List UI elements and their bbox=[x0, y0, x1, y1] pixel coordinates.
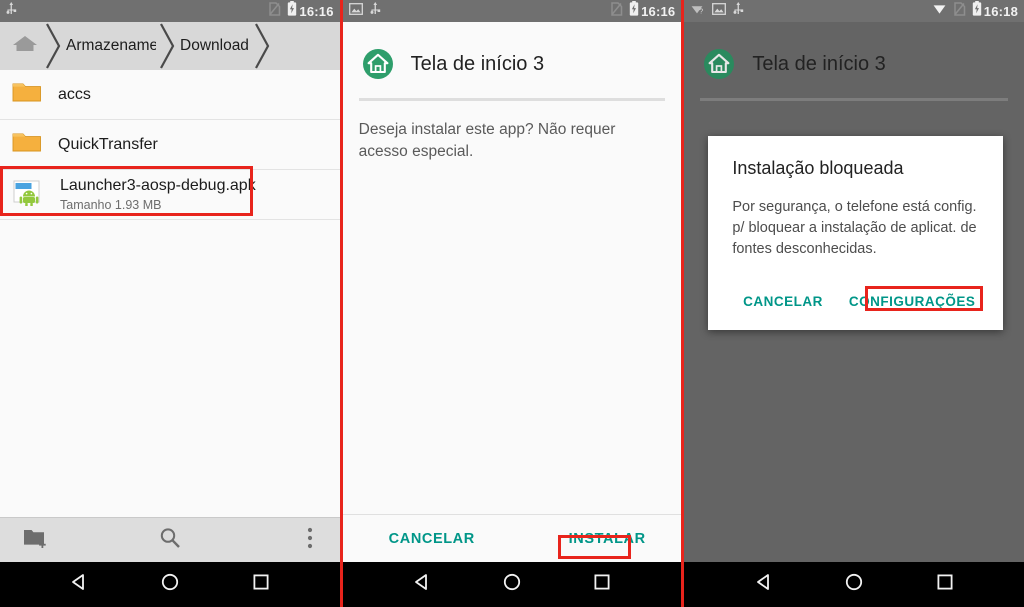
blocked-header: Tela de início 3 bbox=[684, 22, 1024, 88]
installer-app-title: Tela de início 3 bbox=[410, 52, 545, 75]
status-bar-left-icons: ? bbox=[690, 1, 744, 21]
blocked-divider bbox=[700, 98, 1009, 101]
nav-back-button[interactable] bbox=[399, 562, 445, 607]
back-triangle-icon bbox=[412, 572, 432, 597]
apk-file-name: Launcher3-aosp-debug.apk bbox=[60, 177, 256, 195]
list-item[interactable]: QuickTransfer bbox=[0, 120, 340, 170]
usb-icon bbox=[370, 1, 381, 21]
sim-missing-icon bbox=[268, 1, 281, 21]
dialog-title: Instalação bloqueada bbox=[732, 158, 904, 178]
sim-missing-icon bbox=[953, 1, 966, 21]
apk-icon bbox=[12, 178, 44, 211]
folder-icon bbox=[12, 130, 42, 159]
panel-installer: 16:16 Tela de início 3 Deseja instalar e… bbox=[342, 0, 682, 607]
home-icon bbox=[11, 33, 39, 60]
search-icon bbox=[158, 526, 182, 555]
status-bar-right-icons bbox=[932, 1, 982, 21]
nav-home-button[interactable] bbox=[147, 562, 193, 607]
battery-charging-icon bbox=[287, 1, 297, 21]
overflow-menu-button[interactable] bbox=[298, 527, 322, 554]
nav-back-button[interactable] bbox=[56, 562, 102, 607]
status-bar-installer: 16:16 bbox=[342, 0, 682, 22]
status-bar-left-icons bbox=[348, 1, 381, 21]
file-list: accs QuickTransfer Launcher3-aosp-debug.… bbox=[0, 70, 340, 220]
new-folder-icon bbox=[23, 526, 49, 555]
image-icon bbox=[348, 2, 363, 20]
installer-body: Tela de início 3 Deseja instalar este ap… bbox=[342, 22, 682, 562]
three-phone-screenshots: 16:16 Armazenament Download bbox=[0, 0, 1024, 607]
wifi-question-icon: ? bbox=[690, 2, 705, 20]
breadcrumb-item-download[interactable]: Download bbox=[178, 37, 251, 55]
usb-icon bbox=[6, 1, 17, 21]
apk-file-size: Tamanho 1.93 MB bbox=[60, 197, 162, 212]
status-bar-right-icons bbox=[610, 1, 639, 21]
recents-square-icon bbox=[935, 572, 955, 597]
home-circle-icon bbox=[160, 572, 180, 597]
back-triangle-icon bbox=[754, 572, 774, 597]
highlight-box-install-button bbox=[557, 535, 631, 559]
status-bar-right-icons bbox=[268, 1, 297, 21]
panel-file-manager: 16:16 Armazenament Download bbox=[0, 0, 340, 607]
nav-back-button[interactable] bbox=[741, 562, 787, 607]
list-item[interactable]: accs bbox=[0, 70, 340, 120]
installer-message: Deseja instalar este app? Não requer ace… bbox=[358, 121, 616, 160]
recents-square-icon bbox=[251, 572, 271, 597]
android-nav-bar bbox=[342, 562, 682, 607]
blocked-app-title: Tela de início 3 bbox=[752, 52, 886, 75]
breadcrumb-separator-1 bbox=[42, 22, 64, 70]
breadcrumb-separator-2 bbox=[156, 22, 178, 70]
folder-icon bbox=[12, 80, 42, 109]
panel-install-blocked: ? 16:18 Tela de início 3 Instalação bloq… bbox=[684, 0, 1024, 607]
nav-recents-button[interactable] bbox=[238, 562, 284, 607]
installer-action-bar: CANCELAR INSTALAR bbox=[342, 514, 682, 562]
back-triangle-icon bbox=[69, 572, 89, 597]
search-button[interactable] bbox=[150, 526, 190, 555]
new-folder-button[interactable] bbox=[0, 526, 72, 555]
android-nav-bar bbox=[0, 562, 340, 607]
usb-icon bbox=[733, 1, 744, 21]
list-item-apk[interactable]: Launcher3-aosp-debug.apk Tamanho 1.93 MB bbox=[0, 170, 340, 220]
nav-recents-button[interactable] bbox=[922, 562, 968, 607]
status-bar-time: 16:16 bbox=[299, 3, 334, 19]
android-nav-bar bbox=[684, 562, 1024, 607]
battery-charging-icon bbox=[629, 1, 639, 21]
svg-text:?: ? bbox=[700, 9, 704, 15]
status-bar-blocked: ? 16:18 bbox=[684, 0, 1024, 22]
nav-home-button[interactable] bbox=[489, 562, 535, 607]
status-bar-file-manager: 16:16 bbox=[0, 0, 340, 22]
blocked-body: Tela de início 3 Instalação bloqueada Po… bbox=[684, 22, 1024, 562]
status-bar-time: 16:16 bbox=[641, 3, 676, 19]
home-circle-icon bbox=[844, 572, 864, 597]
status-bar-time: 16:18 bbox=[983, 3, 1019, 19]
recents-square-icon bbox=[592, 572, 612, 597]
sim-missing-icon bbox=[610, 1, 623, 21]
home-app-icon bbox=[361, 47, 395, 81]
home-circle-icon bbox=[502, 572, 522, 597]
installer-header: Tela de início 3 bbox=[343, 22, 682, 88]
breadcrumb: Armazenament Download bbox=[0, 22, 340, 70]
breadcrumb-separator-3 bbox=[251, 22, 273, 70]
dialog-message: Por segurança, o telefone está config. p… bbox=[732, 199, 977, 258]
dialog-action-bar: CANCELAR CONFIGURAÇÕES bbox=[732, 282, 984, 320]
install-blocked-dialog: Instalação bloqueada Por segurança, o te… bbox=[708, 136, 1004, 331]
dialog-cancel-button[interactable]: CANCELAR bbox=[743, 294, 823, 309]
image-icon bbox=[712, 2, 727, 20]
file-manager-toolbar bbox=[0, 517, 340, 562]
nav-home-button[interactable] bbox=[831, 562, 877, 607]
wifi-icon bbox=[932, 2, 947, 20]
breadcrumb-home-button[interactable] bbox=[8, 29, 42, 63]
overflow-menu-icon bbox=[307, 527, 313, 554]
status-bar-left-icons bbox=[6, 1, 17, 21]
nav-recents-button[interactable] bbox=[579, 562, 625, 607]
home-app-icon bbox=[702, 47, 736, 81]
highlight-box-settings-button bbox=[865, 286, 984, 312]
cancel-button[interactable]: CANCELAR bbox=[389, 531, 475, 547]
apk-file-texts: Launcher3-aosp-debug.apk Tamanho 1.93 MB bbox=[60, 177, 256, 212]
file-name: QuickTransfer bbox=[58, 135, 158, 153]
breadcrumb-item-storage[interactable]: Armazenament bbox=[64, 37, 156, 55]
battery-charging-icon bbox=[972, 1, 982, 21]
file-name: accs bbox=[58, 85, 91, 103]
